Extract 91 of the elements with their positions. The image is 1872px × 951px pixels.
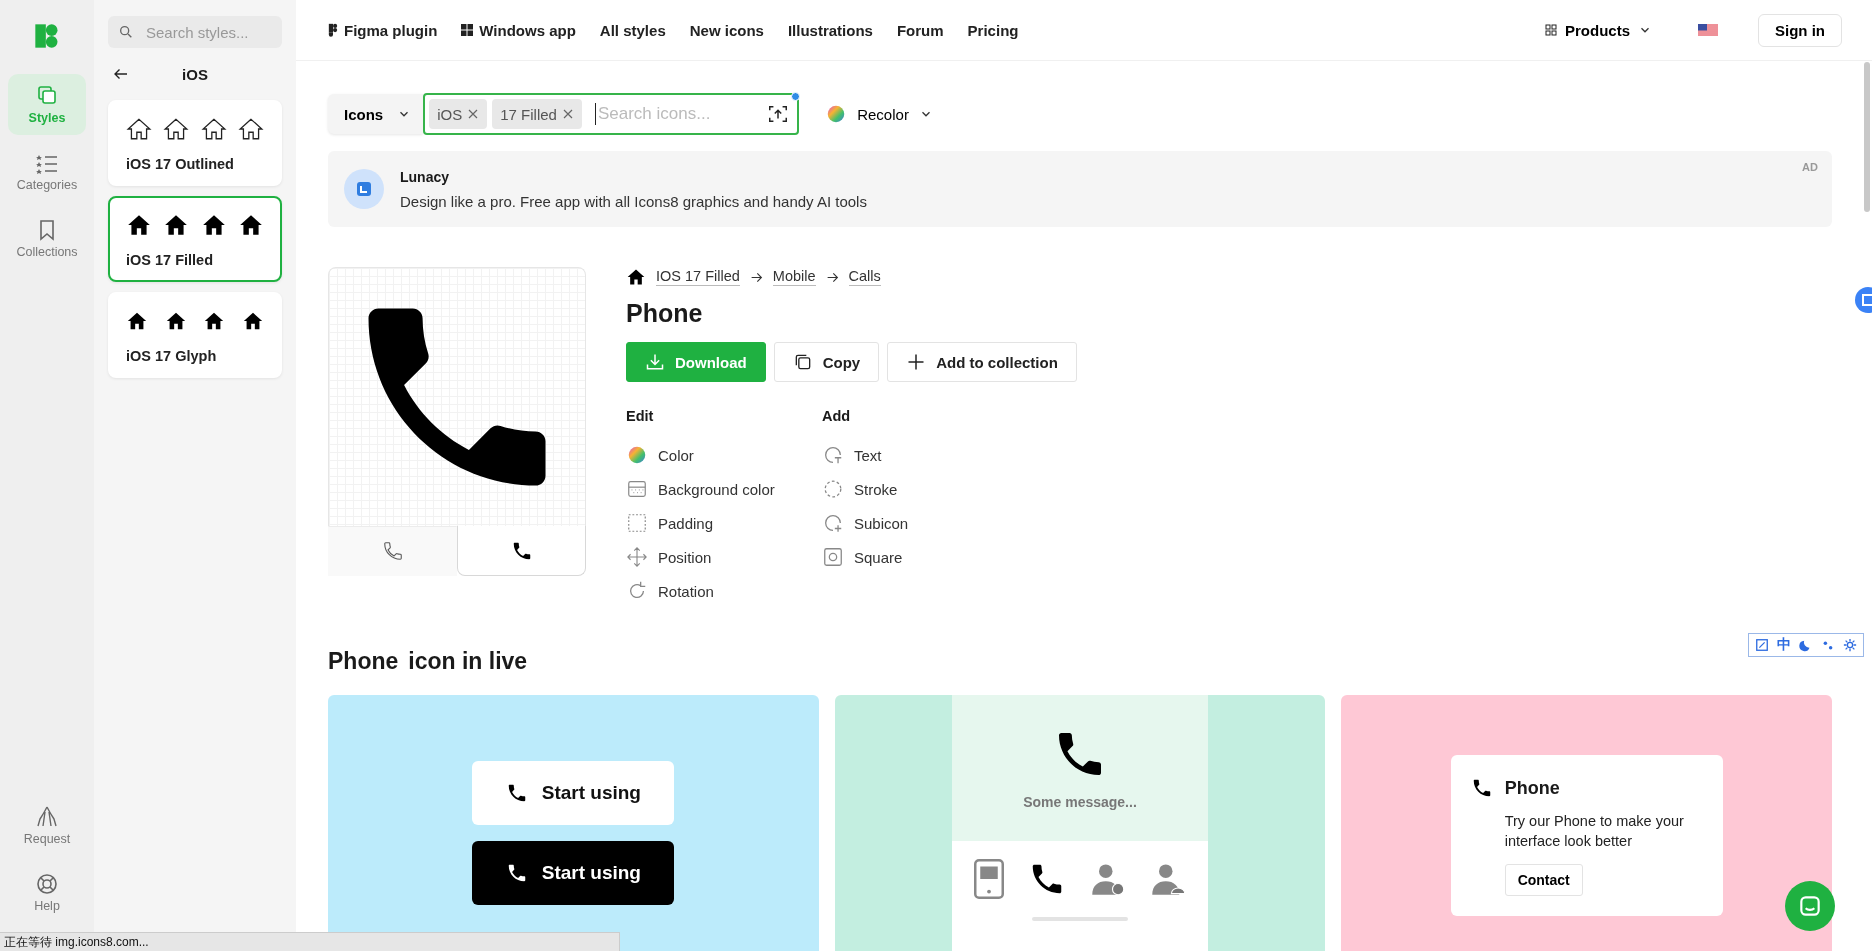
edit-option[interactable]: Position	[626, 540, 822, 574]
house-icon	[238, 116, 264, 142]
screenshot-icon[interactable]	[1755, 638, 1769, 652]
contact-button[interactable]: Contact	[1504, 863, 1583, 896]
grid-icon	[1545, 24, 1557, 36]
nav-link[interactable]: New icons	[689, 21, 764, 39]
tablet-icon	[974, 859, 1004, 899]
translate-button[interactable]: 中	[1777, 636, 1791, 654]
color-wheel-icon	[626, 444, 648, 466]
panel-title: iOS	[182, 65, 208, 83]
section-title: Phone	[328, 648, 399, 675]
section-heading: Add	[822, 408, 852, 424]
windows-logo	[461, 24, 474, 36]
search-box[interactable]: Search styles...	[108, 16, 282, 48]
start-button[interactable]: Start using	[472, 841, 675, 905]
nav-collections-item[interactable]: Collections	[8, 208, 86, 269]
section-title: icon in live	[408, 648, 528, 675]
close-icon[interactable]	[467, 108, 480, 120]
nav-link[interactable]: Pricing	[967, 21, 1019, 39]
nav-categories-item[interactable]: Categories	[8, 141, 86, 202]
message-text: Some message...	[1023, 794, 1137, 810]
person-icon	[1090, 861, 1126, 897]
nav-link[interactable]: Forum	[896, 21, 944, 39]
flag-icon[interactable]	[1698, 24, 1718, 36]
edit-option[interactable]: Square	[822, 540, 1018, 574]
nav-link[interactable]: Figma plugin	[328, 21, 438, 39]
start-button[interactable]: Start using	[472, 761, 675, 825]
style-card[interactable]: iOS 17 Outlined	[108, 100, 282, 186]
ad-title: Lunacy	[400, 168, 450, 185]
card-text: Try our Phone to make your interface look better	[1503, 812, 1685, 852]
style-card[interactable]: iOS 17 Glyph	[108, 292, 282, 378]
search-icon	[118, 24, 134, 40]
sign-in-button[interactable]: Sign in	[1758, 13, 1842, 47]
edit-option[interactable]: Color	[626, 438, 822, 472]
house-icon	[626, 267, 646, 287]
category-dropdown[interactable]: Icons	[328, 94, 424, 134]
nav-link[interactable]: Windows app	[461, 21, 576, 39]
products-menu[interactable]: Products	[1539, 20, 1658, 40]
search-field[interactable]: Search styles...	[144, 22, 268, 42]
house-icon	[200, 116, 227, 142]
edit-option[interactable]: Rotation	[626, 574, 822, 608]
person-icon	[1150, 861, 1186, 897]
filter-tag[interactable]: iOS	[429, 99, 488, 129]
download-icon	[645, 352, 665, 372]
icon-title: Phone	[626, 299, 704, 328]
style-name: iOS 17 Filled	[126, 252, 215, 268]
house-icon	[126, 116, 152, 142]
plus-icon	[906, 352, 927, 372]
subicon-circle-icon	[822, 512, 844, 534]
status-bar: 正在等待 img.icons8.com...	[0, 932, 620, 951]
lunacy-logo	[344, 169, 384, 209]
nav-request-item[interactable]: Request	[8, 795, 86, 856]
arrow-right-icon	[749, 270, 763, 284]
add-button[interactable]: Add to collection	[887, 342, 1077, 382]
breadcrumb-link[interactable]: Calls	[848, 268, 881, 286]
chat-icon	[1797, 893, 1823, 919]
settings-icon[interactable]	[1843, 638, 1857, 652]
search-bar[interactable]: iOS 17 Filled Search icons...	[423, 93, 800, 135]
section-heading: Edit	[626, 408, 655, 424]
card-title: Phone	[1504, 777, 1560, 799]
filter-tag[interactable]: 17 Filled	[492, 99, 582, 129]
style-name: iOS 17 Outlined	[126, 156, 235, 172]
nav-help-item[interactable]: Help	[8, 862, 86, 923]
notification-dot	[791, 92, 801, 101]
ad-text: Design like a pro. Free app with all Icons8 graphics and handy AI tools	[400, 192, 867, 210]
upload-icon[interactable]	[767, 103, 790, 125]
copy-button[interactable]: Copy	[773, 342, 880, 382]
edit-option[interactable]: Text	[822, 438, 1018, 472]
move-icon	[626, 546, 648, 568]
edit-option[interactable]: Stroke	[822, 472, 1018, 506]
nav-link[interactable]: All styles	[599, 21, 666, 39]
nav-link[interactable]: Illustrations	[787, 21, 873, 39]
background-icon	[626, 478, 648, 500]
dashed-circle-icon	[822, 478, 844, 500]
figma-logo	[328, 22, 338, 38]
style-card[interactable]: iOS 17 Filled	[108, 196, 282, 282]
arrow-right-icon	[825, 270, 839, 284]
style-name: iOS 17 Glyph	[126, 348, 218, 364]
recolor-button[interactable]: Recolor	[819, 102, 939, 126]
edit-option[interactable]: Padding	[626, 506, 822, 540]
phone-icon	[381, 540, 404, 562]
close-icon[interactable]	[561, 108, 574, 120]
breadcrumb-link[interactable]: IOS 17 Filled	[656, 268, 740, 286]
padding-icon	[626, 512, 648, 534]
breadcrumb-link[interactable]: Mobile	[772, 268, 816, 286]
edit-option[interactable]: Background color	[626, 472, 822, 506]
house-icon	[163, 116, 190, 142]
edit-option[interactable]: Subicon	[822, 506, 1018, 540]
lifebuoy-icon	[35, 872, 59, 896]
text-circle-icon	[822, 444, 844, 466]
ad-label: AD	[1802, 161, 1818, 173]
